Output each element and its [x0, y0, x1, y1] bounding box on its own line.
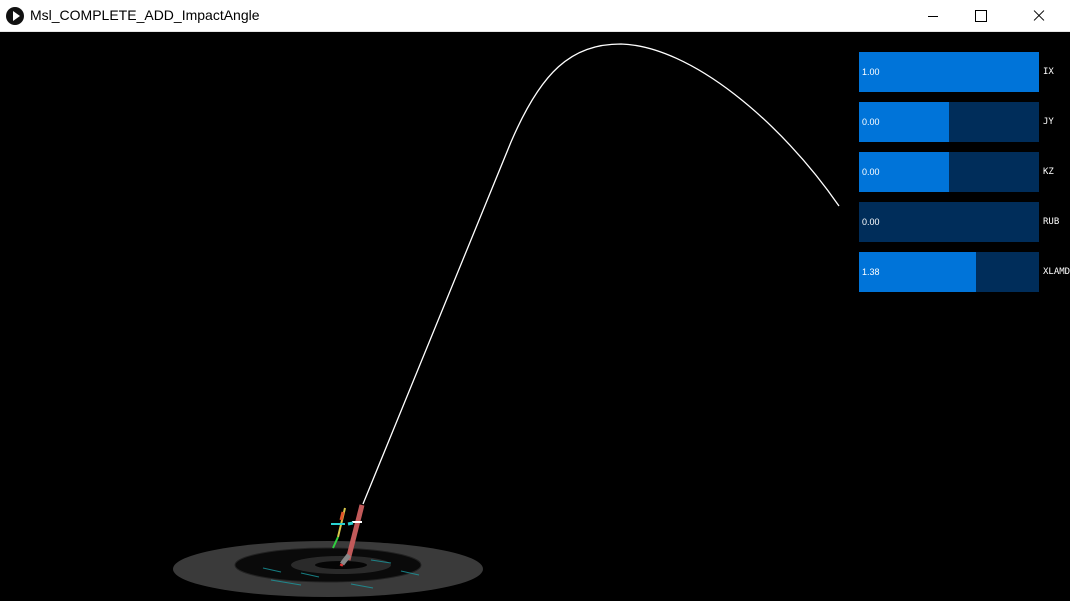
slider-label-ix: IX: [1043, 67, 1054, 77]
slider-value: 0.00: [862, 167, 880, 177]
slider-value: 1.00: [862, 67, 880, 77]
minimize-button[interactable]: [910, 0, 956, 32]
slider-rub[interactable]: 0.00: [859, 202, 1039, 242]
slider-fill: [859, 52, 1039, 92]
slider-label-rub: RUB: [1043, 217, 1060, 227]
close-button[interactable]: [1010, 0, 1070, 32]
sketch-canvas[interactable]: 1.00 IX 0.00 JY 0.00 KZ 0.00 RUB 1.38 XL…: [1, 32, 1070, 600]
missile-trajectory: [362, 43, 840, 505]
slider-value: 0.00: [862, 117, 880, 127]
slider-label-jy: JY: [1043, 117, 1054, 127]
slider-jy[interactable]: 0.00: [859, 102, 1039, 142]
slider-label-kz: KZ: [1043, 167, 1054, 177]
app-play-icon: [6, 7, 24, 25]
maximize-button[interactable]: [956, 0, 1002, 32]
title-bar: Msl_COMPLETE_ADD_ImpactAngle: [0, 0, 1070, 32]
slider-ix[interactable]: 1.00: [859, 52, 1039, 92]
slider-xlamda[interactable]: 1.38: [859, 252, 1039, 292]
slider-label-xlamda: XLAMDA: [1043, 267, 1070, 277]
slider-value: 1.38: [862, 267, 880, 277]
slider-value: 0.00: [862, 217, 880, 227]
window-title: Msl_COMPLETE_ADD_ImpactAngle: [30, 7, 260, 23]
slider-kz[interactable]: 0.00: [859, 152, 1039, 192]
